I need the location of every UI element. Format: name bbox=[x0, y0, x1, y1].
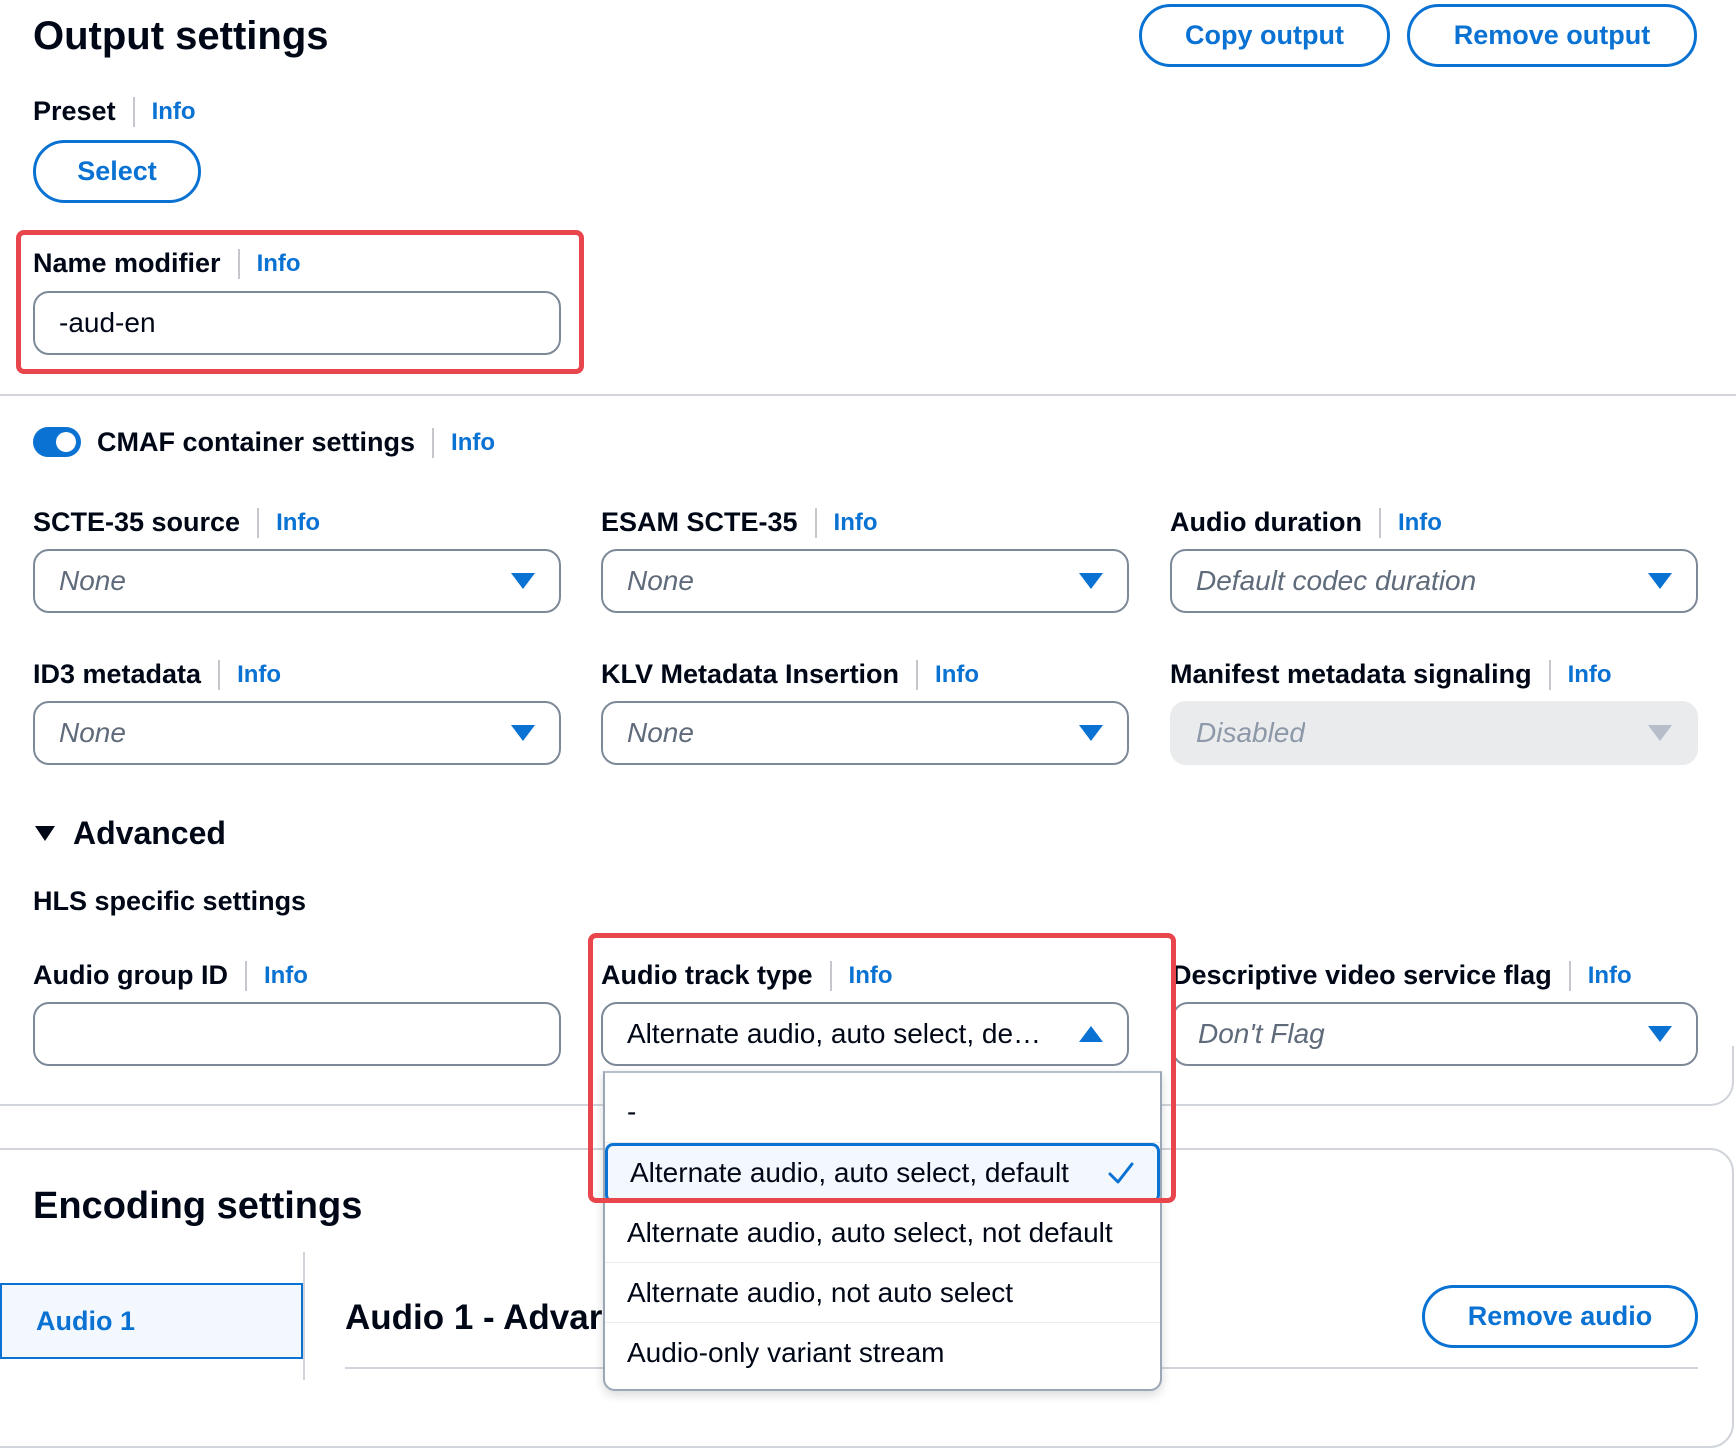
preset-info-link[interactable]: Info bbox=[152, 98, 196, 126]
scte35-source-label: SCTE-35 source bbox=[33, 507, 241, 537]
scte35-source-select[interactable]: None bbox=[33, 549, 561, 613]
name-modifier-value: -aud-en bbox=[59, 307, 156, 338]
caret-down-icon bbox=[1648, 1026, 1672, 1042]
caret-down-icon bbox=[1648, 725, 1672, 741]
audio-duration-info-link[interactable]: Info bbox=[1398, 509, 1442, 537]
remove-audio-button[interactable]: Remove audio bbox=[1422, 1285, 1698, 1348]
manifest-metadata-value: Disabled bbox=[1196, 717, 1305, 748]
audio-section-title: Audio 1 - Advar bbox=[345, 1298, 603, 1337]
divider bbox=[244, 960, 247, 991]
copy-output-button[interactable]: Copy output bbox=[1139, 4, 1390, 67]
divider bbox=[916, 659, 919, 690]
divider bbox=[432, 427, 435, 458]
audio-track-type-dropdown: - Alternate audio, auto select, default … bbox=[603, 1071, 1162, 1391]
caret-down-icon bbox=[511, 725, 535, 741]
klv-metadata-label-row: KLV Metadata Insertion Info bbox=[601, 659, 979, 690]
scte35-source-label-row: SCTE-35 source Info bbox=[33, 507, 320, 538]
cmaf-label-row: CMAF container settings Info bbox=[97, 427, 495, 458]
audio-track-type-label-row: Audio track type Info bbox=[601, 960, 893, 991]
remove-output-button[interactable]: Remove output bbox=[1407, 4, 1697, 67]
section-divider bbox=[0, 394, 1736, 396]
tab-audio-1-label: Audio 1 bbox=[36, 1305, 135, 1336]
tab-audio-1[interactable]: Audio 1 bbox=[0, 1283, 303, 1359]
caret-up-icon bbox=[1079, 1026, 1103, 1042]
option-label: Audio-only variant stream bbox=[627, 1337, 945, 1368]
audio-group-id-label-row: Audio group ID Info bbox=[33, 960, 308, 991]
divider bbox=[237, 248, 240, 279]
track-type-option[interactable]: Alternate audio, auto select, not defaul… bbox=[605, 1203, 1160, 1263]
dvs-flag-label-row: Descriptive video service flag Info bbox=[1172, 960, 1632, 991]
manifest-metadata-info-link[interactable]: Info bbox=[1568, 661, 1612, 689]
id3-metadata-label: ID3 metadata bbox=[33, 659, 202, 689]
esam-scte35-info-link[interactable]: Info bbox=[834, 509, 878, 537]
checkmark-icon bbox=[1108, 1162, 1134, 1184]
divider bbox=[218, 659, 221, 690]
name-modifier-input[interactable]: -aud-en bbox=[33, 291, 561, 355]
audio-group-id-info-link[interactable]: Info bbox=[264, 962, 308, 990]
manifest-metadata-label-row: Manifest metadata signaling Info bbox=[1170, 659, 1612, 690]
track-type-option[interactable]: - bbox=[605, 1073, 1160, 1143]
hls-settings-title: HLS specific settings bbox=[33, 886, 307, 916]
caret-down-icon bbox=[35, 826, 55, 841]
klv-metadata-value: None bbox=[627, 717, 694, 748]
esam-scte35-select[interactable]: None bbox=[601, 549, 1129, 613]
name-modifier-label-row: Name modifier Info bbox=[33, 248, 301, 279]
preset-label: Preset bbox=[33, 96, 116, 126]
audio-track-type-info-link[interactable]: Info bbox=[849, 962, 893, 990]
divider bbox=[1568, 960, 1571, 991]
caret-down-icon bbox=[1648, 573, 1672, 589]
id3-metadata-label-row: ID3 metadata Info bbox=[33, 659, 281, 690]
page-title: Output settings bbox=[33, 14, 329, 58]
klv-metadata-select[interactable]: None bbox=[601, 701, 1129, 765]
id3-metadata-info-link[interactable]: Info bbox=[237, 661, 281, 689]
manifest-metadata-select: Disabled bbox=[1170, 701, 1698, 765]
preset-label-row: Preset Info bbox=[33, 96, 196, 127]
audio-group-id-label: Audio group ID bbox=[33, 960, 228, 990]
track-type-option[interactable]: Audio-only variant stream bbox=[605, 1323, 1160, 1383]
scte35-source-info-link[interactable]: Info bbox=[276, 509, 320, 537]
advanced-label: Advanced bbox=[73, 815, 226, 851]
id3-metadata-value: None bbox=[59, 717, 126, 748]
dvs-flag-info-link[interactable]: Info bbox=[1588, 962, 1632, 990]
klv-metadata-info-link[interactable]: Info bbox=[935, 661, 979, 689]
esam-scte35-label-row: ESAM SCTE-35 Info bbox=[601, 507, 878, 538]
encoding-settings-title: Encoding settings bbox=[33, 1185, 363, 1227]
advanced-expander[interactable]: Advanced bbox=[35, 815, 226, 852]
option-label: - bbox=[627, 1095, 637, 1127]
scte35-source-value: None bbox=[59, 565, 126, 596]
divider bbox=[829, 960, 832, 991]
track-type-option-selected[interactable]: Alternate audio, auto select, default bbox=[605, 1143, 1160, 1203]
dvs-flag-label: Descriptive video service flag bbox=[1172, 960, 1552, 990]
option-label: Alternate audio, auto select, default bbox=[630, 1157, 1069, 1188]
divider bbox=[257, 507, 260, 538]
caret-down-icon bbox=[1079, 573, 1103, 589]
manifest-metadata-label: Manifest metadata signaling bbox=[1170, 659, 1532, 689]
caret-down-icon bbox=[511, 573, 535, 589]
audio-duration-select[interactable]: Default codec duration bbox=[1170, 549, 1698, 613]
preset-select-button[interactable]: Select bbox=[33, 140, 201, 203]
audio-duration-value: Default codec duration bbox=[1196, 565, 1477, 596]
klv-metadata-label: KLV Metadata Insertion bbox=[601, 659, 900, 689]
name-modifier-info-link[interactable]: Info bbox=[257, 250, 301, 278]
esam-scte35-label: ESAM SCTE-35 bbox=[601, 507, 798, 537]
name-modifier-label: Name modifier bbox=[33, 248, 221, 278]
audio-track-type-label: Audio track type bbox=[601, 960, 813, 990]
encoding-tabs-divider bbox=[303, 1252, 305, 1380]
audio-duration-label-row: Audio duration Info bbox=[1170, 507, 1442, 538]
option-label: Alternate audio, auto select, not defaul… bbox=[627, 1216, 1113, 1248]
toggle-knob bbox=[56, 432, 76, 452]
cmaf-toggle-label: CMAF container settings bbox=[97, 427, 416, 457]
divider bbox=[1548, 659, 1551, 690]
divider bbox=[1378, 507, 1381, 538]
cmaf-toggle[interactable] bbox=[33, 427, 81, 457]
caret-down-icon bbox=[1079, 725, 1103, 741]
cmaf-info-link[interactable]: Info bbox=[451, 429, 495, 457]
option-label: Alternate audio, not auto select bbox=[627, 1276, 1014, 1308]
audio-duration-label: Audio duration bbox=[1170, 507, 1362, 537]
esam-scte35-value: None bbox=[627, 565, 694, 596]
divider bbox=[132, 96, 135, 127]
track-type-option[interactable]: Alternate audio, not auto select bbox=[605, 1263, 1160, 1323]
id3-metadata-select[interactable]: None bbox=[33, 701, 561, 765]
divider bbox=[814, 507, 817, 538]
